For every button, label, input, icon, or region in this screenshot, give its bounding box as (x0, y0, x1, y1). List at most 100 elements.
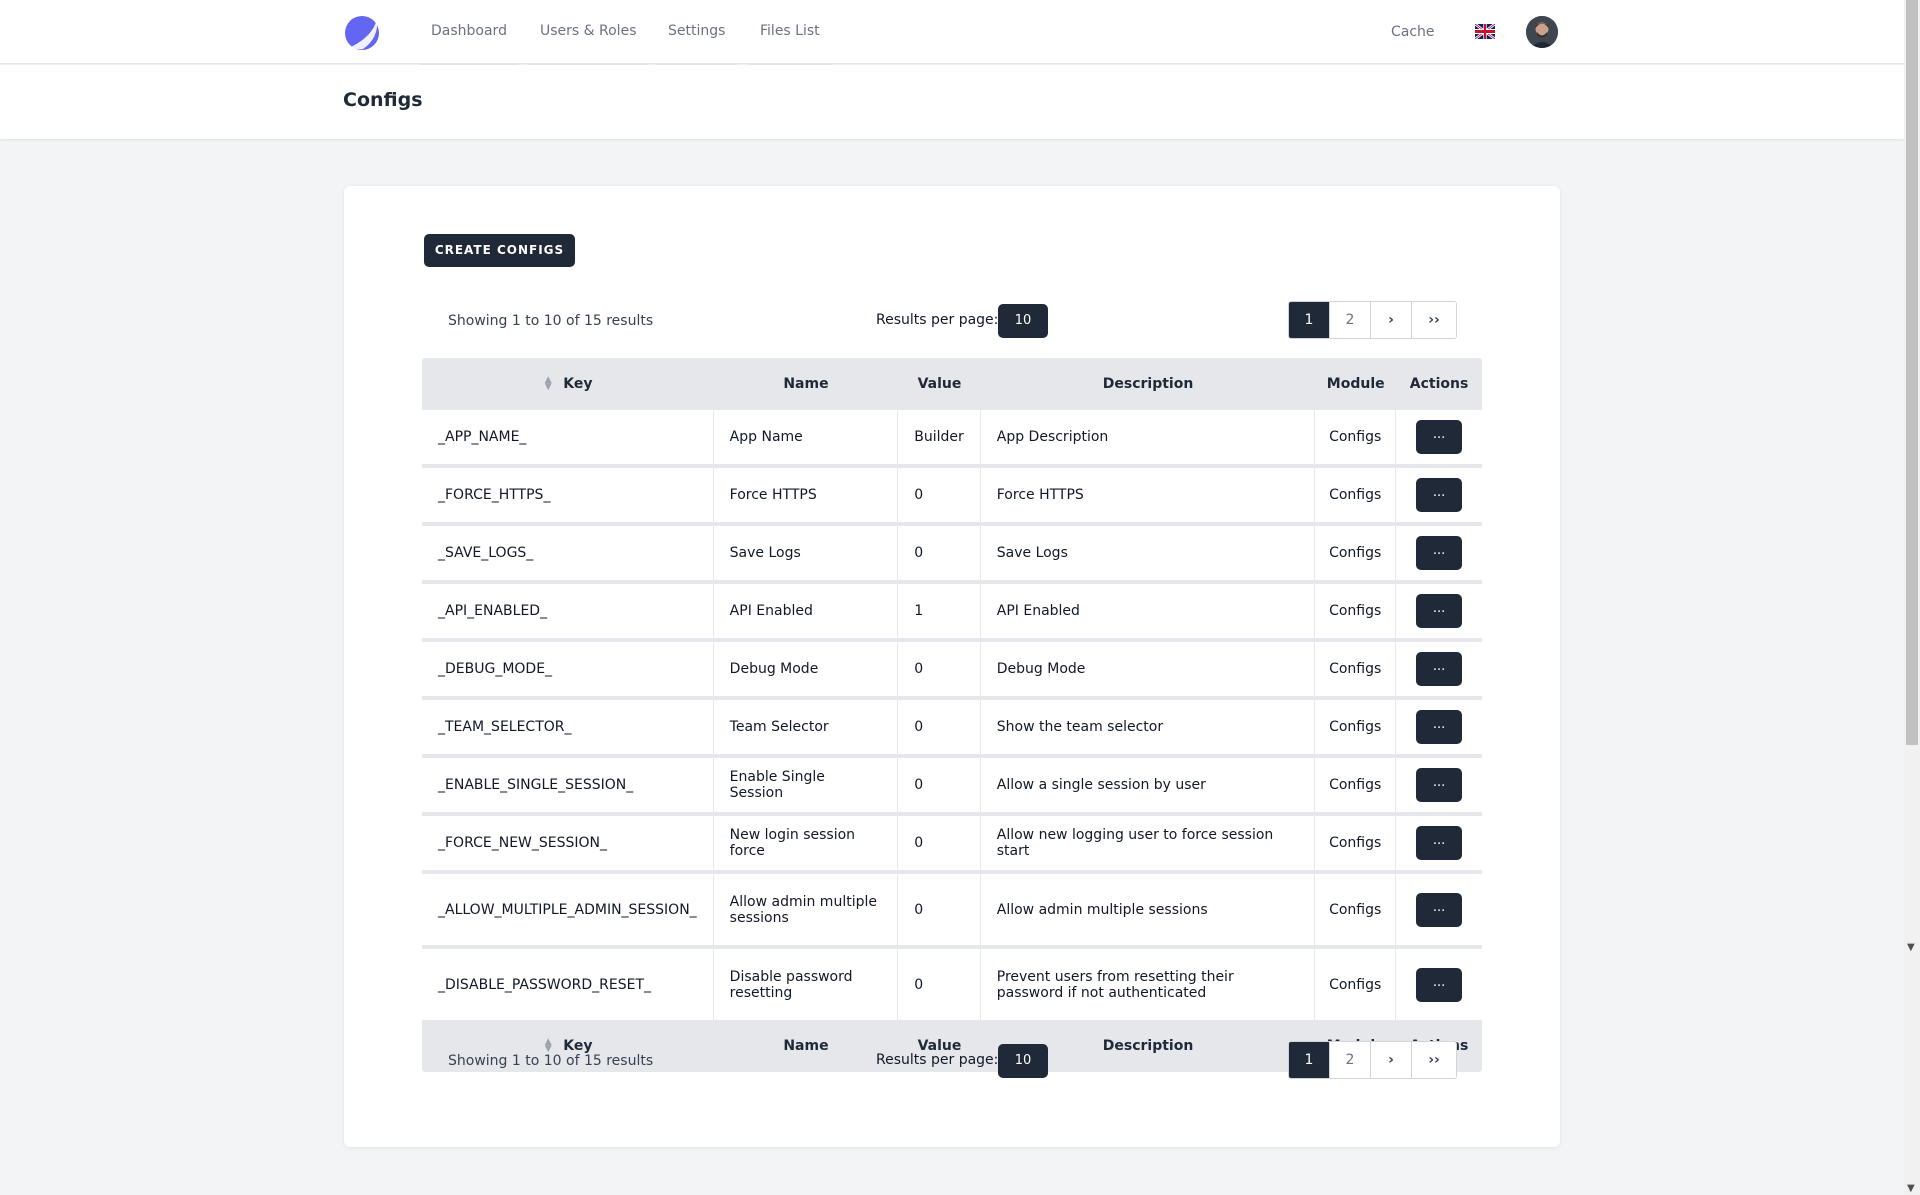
nav-dashboard[interactable]: Dashboard (419, 0, 519, 65)
table-row: _FORCE_HTTPS_ Force HTTPS 0 Force HTTPS … (422, 468, 1482, 522)
row-actions-button[interactable]: ... (1416, 420, 1463, 454)
cell-name: API Enabled (713, 584, 899, 638)
row-actions-button[interactable]: ... (1416, 826, 1463, 860)
cell-name: Force HTTPS (713, 468, 899, 522)
cell-actions: ... (1396, 874, 1482, 945)
chevron-right-icon[interactable]: › (1371, 1042, 1412, 1078)
results-per-page-select[interactable]: 10 (998, 1044, 1048, 1078)
cell-key: _DEBUG_MODE_ (422, 642, 714, 696)
nav-files-list[interactable]: Files List (748, 0, 832, 65)
row-actions-button[interactable]: ... (1416, 768, 1463, 802)
page-header: Configs (0, 65, 1904, 139)
cell-value: Builder (898, 410, 981, 464)
cell-key: _FORCE_HTTPS_ (422, 468, 714, 522)
cell-module: Configs (1315, 410, 1397, 464)
table-row: _ALLOW_MULTIPLE_ADMIN_SESSION_ Allow adm… (422, 874, 1482, 945)
cell-actions: ... (1396, 758, 1482, 812)
cell-description: Debug Mode (980, 642, 1316, 696)
nav-users-roles[interactable]: Users & Roles (527, 0, 650, 65)
cell-key: _TEAM_SELECTOR_ (422, 700, 714, 754)
double-chevron-right-icon[interactable]: ›› (1412, 1042, 1456, 1078)
double-chevron-right-icon[interactable]: ›› (1412, 302, 1456, 338)
cell-module: Configs (1315, 584, 1397, 638)
sort-icon[interactable]: ▲ ▼ (543, 376, 553, 392)
table-row: _SAVE_LOGS_ Save Logs 0 Save Logs Config… (422, 526, 1482, 580)
col-header-description: Description (1102, 376, 1194, 392)
cell-name: Save Logs (713, 526, 899, 580)
col-header-value: Value (917, 376, 962, 392)
cell-value: 0 (898, 758, 981, 812)
row-actions-button[interactable]: ... (1416, 536, 1463, 570)
cell-key: _API_ENABLED_ (422, 584, 714, 638)
page-button-1[interactable]: 1 (1289, 302, 1330, 338)
cell-name: Enable Single Session (713, 758, 899, 812)
create-configs-button[interactable]: CREATE CONFIGS (424, 234, 575, 267)
cell-actions: ... (1396, 816, 1482, 870)
pagination-bar-top: Showing 1 to 10 of 15 results Results pe… (424, 301, 1482, 341)
page-button-2[interactable]: 2 (1330, 1042, 1371, 1078)
page-title: Configs (343, 89, 423, 111)
cell-name: New login session force (713, 816, 899, 870)
row-actions-button[interactable]: ... (1416, 710, 1463, 744)
cell-name: Debug Mode (713, 642, 899, 696)
pager: 1 2 › ›› (1288, 301, 1457, 339)
cell-actions: ... (1396, 642, 1482, 696)
cell-module: Configs (1315, 874, 1397, 945)
scrollbar-thumb[interactable] (1906, 0, 1918, 745)
row-actions-button[interactable]: ... (1416, 967, 1463, 1002)
nav-cache[interactable]: Cache (1391, 0, 1435, 64)
uk-flag-icon[interactable] (1475, 24, 1495, 39)
results-per-page-select[interactable]: 10 (998, 304, 1048, 338)
cell-description: Allow new logging user to force session … (980, 816, 1316, 870)
cell-value: 1 (898, 584, 981, 638)
avatar[interactable] (1526, 16, 1558, 48)
nav-settings[interactable]: Settings (655, 0, 738, 65)
cell-key: _SAVE_LOGS_ (422, 526, 714, 580)
cell-module: Configs (1315, 700, 1397, 754)
cell-description: Prevent users from resetting their passw… (980, 949, 1316, 1020)
cell-key: _DISABLE_PASSWORD_RESET_ (422, 949, 714, 1020)
col-header-key[interactable]: ▲ ▼ Key (422, 362, 714, 406)
page-button-2[interactable]: 2 (1330, 302, 1371, 338)
table-row: _APP_NAME_ App Name Builder App Descript… (422, 410, 1482, 464)
cell-description: Allow a single session by user (980, 758, 1316, 812)
table-row: _DISABLE_PASSWORD_RESET_ Disable passwor… (422, 949, 1482, 1020)
results-per-page-label: Results per page: (876, 1052, 999, 1068)
cell-description: API Enabled (980, 584, 1316, 638)
cell-module: Configs (1315, 526, 1397, 580)
cell-actions: ... (1396, 468, 1482, 522)
logo-icon[interactable] (343, 14, 381, 52)
row-actions-button[interactable]: ... (1416, 594, 1463, 628)
cell-value: 0 (898, 526, 981, 580)
cell-actions: ... (1396, 410, 1482, 464)
scroll-down-icon[interactable]: ▼ (1907, 1183, 1915, 1194)
cell-actions: ... (1396, 526, 1482, 580)
cell-module: Configs (1315, 642, 1397, 696)
pager: 1 2 › ›› (1288, 1041, 1457, 1079)
results-summary: Showing 1 to 10 of 15 results (448, 1053, 654, 1069)
page-button-1[interactable]: 1 (1289, 1042, 1330, 1078)
results-per-page-label: Results per page: (876, 312, 999, 328)
cell-module: Configs (1315, 949, 1397, 1020)
cell-value: 0 (898, 816, 981, 870)
cell-actions: ... (1396, 949, 1482, 1020)
row-actions-button[interactable]: ... (1416, 478, 1463, 512)
row-actions-button[interactable]: ... (1416, 652, 1463, 686)
col-header-actions: Actions (1409, 376, 1469, 392)
table-row: _DEBUG_MODE_ Debug Mode 0 Debug Mode Con… (422, 642, 1482, 696)
cell-actions: ... (1396, 584, 1482, 638)
cell-module: Configs (1315, 758, 1397, 812)
cell-key: _ALLOW_MULTIPLE_ADMIN_SESSION_ (422, 874, 714, 945)
cell-description: Save Logs (980, 526, 1316, 580)
cell-key: _APP_NAME_ (422, 410, 714, 464)
cell-key: _FORCE_NEW_SESSION_ (422, 816, 714, 870)
cell-key: _ENABLE_SINGLE_SESSION_ (422, 758, 714, 812)
col-header-module: Module (1326, 376, 1385, 392)
row-actions-button[interactable]: ... (1416, 892, 1463, 927)
configs-table: ▲ ▼ Key Name Value Description Module Acti… (422, 358, 1482, 1072)
cell-description: Force HTTPS (980, 468, 1316, 522)
scrollbar[interactable]: ▼ ▼ (1904, 0, 1920, 1195)
chevron-right-icon[interactable]: › (1371, 302, 1412, 338)
scroll-down-icon[interactable]: ▼ (1907, 942, 1915, 953)
cell-module: Configs (1315, 468, 1397, 522)
